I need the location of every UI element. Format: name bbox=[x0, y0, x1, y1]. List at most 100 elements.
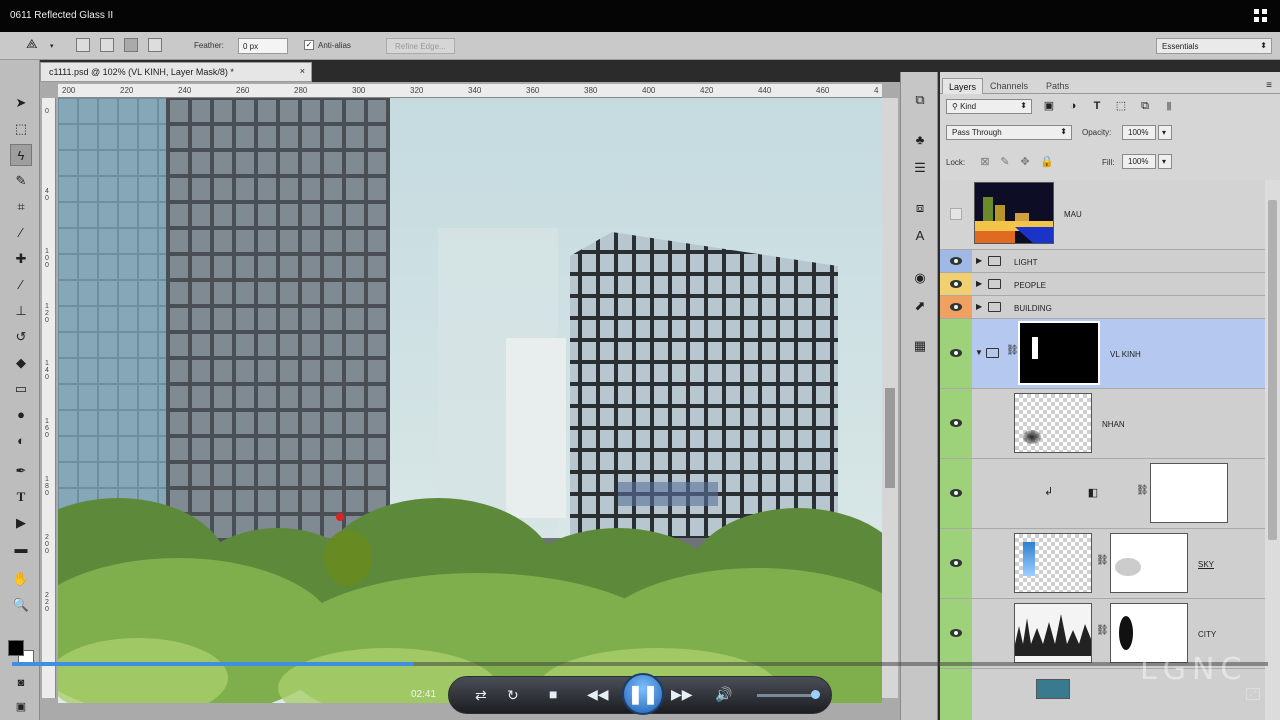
visibility-toggle-eye-icon[interactable] bbox=[940, 529, 972, 598]
layer-row-adjustment[interactable]: ↲ ◧ ⛓ bbox=[940, 459, 1265, 529]
expand-arrow-icon[interactable]: ▶ bbox=[976, 256, 982, 265]
visibility-toggle-eye-icon[interactable] bbox=[940, 389, 972, 458]
subtract-from-selection-icon[interactable] bbox=[124, 38, 138, 52]
layer-row-sky[interactable]: ⛓ SKY bbox=[940, 529, 1265, 599]
new-selection-icon[interactable] bbox=[76, 38, 90, 52]
layer-mask-thumbnail[interactable] bbox=[1018, 321, 1100, 385]
quick-selection-tool-icon[interactable]: ✎ bbox=[10, 170, 32, 192]
layers-scrollbar-thumb[interactable] bbox=[1268, 200, 1277, 540]
layer-mask-thumbnail[interactable] bbox=[1110, 533, 1188, 593]
tab-paths[interactable]: Paths bbox=[1040, 78, 1075, 94]
healing-brush-tool-icon[interactable]: ✚ bbox=[10, 248, 32, 270]
tab-channels[interactable]: Channels bbox=[984, 78, 1034, 94]
expand-arrow-icon[interactable]: ▶ bbox=[976, 302, 982, 311]
lock-pixels-icon[interactable]: ✎ bbox=[998, 155, 1012, 169]
hand-tool-icon[interactable]: ✋ bbox=[10, 568, 32, 590]
link-chain-icon[interactable]: ⛓ bbox=[1136, 485, 1149, 496]
polygonal-lasso-preset-icon[interactable]: ⟁ bbox=[26, 36, 46, 51]
link-chain-icon[interactable]: ⛓ bbox=[1096, 625, 1109, 636]
fill-input[interactable]: 100% bbox=[1122, 154, 1156, 169]
fill-chevron-icon[interactable]: ▾ bbox=[1158, 154, 1172, 169]
close-document-icon[interactable]: × bbox=[300, 66, 305, 76]
path-selection-tool-icon[interactable]: ▶ bbox=[10, 512, 32, 534]
volume-icon[interactable]: 🔊 bbox=[715, 686, 732, 703]
repeat-icon[interactable]: ↻ bbox=[507, 687, 519, 704]
opacity-input[interactable]: 100% bbox=[1122, 125, 1156, 140]
tab-layers[interactable]: Layers bbox=[942, 78, 984, 94]
type-tool-icon[interactable]: T bbox=[10, 486, 32, 508]
layer-row-nhan[interactable]: NHAN bbox=[940, 389, 1265, 459]
link-chain-icon[interactable]: ⛓ bbox=[1096, 555, 1109, 566]
add-to-selection-icon[interactable] bbox=[100, 38, 114, 52]
pause-button[interactable]: ❚❚ bbox=[622, 673, 664, 715]
document-canvas[interactable] bbox=[58, 98, 882, 703]
screen-mode-icon[interactable]: ▣ bbox=[10, 696, 32, 718]
video-progress-bar[interactable] bbox=[12, 662, 1268, 666]
visibility-toggle-eye-icon[interactable] bbox=[940, 250, 972, 272]
layer-row-vl-kinh[interactable]: ▼ ⛓ VL KINH bbox=[940, 319, 1265, 389]
gradient-tool-icon[interactable]: ▭ bbox=[10, 378, 32, 400]
intersect-selection-icon[interactable] bbox=[148, 38, 162, 52]
marquee-tool-icon[interactable]: ⬚ bbox=[10, 118, 32, 140]
filter-kind-dropdown[interactable]: ⚲ Kind ⬍ bbox=[946, 99, 1032, 114]
visibility-toggle-eye-icon[interactable] bbox=[940, 599, 972, 668]
zoom-tool-icon[interactable]: 🔍 bbox=[10, 594, 32, 616]
color-panel-icon[interactable]: ◉ bbox=[910, 268, 930, 288]
layer-row-building[interactable]: ▶ BUILDING bbox=[940, 296, 1265, 319]
lock-position-icon[interactable]: ✥ bbox=[1018, 155, 1032, 169]
layer-row-light[interactable]: ▶ LIGHT bbox=[940, 250, 1265, 273]
collapse-arrow-icon[interactable]: ▼ bbox=[975, 348, 983, 357]
character-panel-icon[interactable]: A bbox=[910, 226, 930, 246]
history-panel-icon[interactable]: ⧉ bbox=[910, 90, 930, 110]
link-chain-icon[interactable]: ⛓ bbox=[1006, 345, 1019, 356]
lasso-tool-icon[interactable]: ϟ bbox=[10, 144, 32, 166]
swatches-panel-icon[interactable]: ⬈ bbox=[910, 296, 930, 316]
refine-edge-button[interactable]: Refine Edge... bbox=[386, 38, 455, 54]
blend-mode-dropdown[interactable]: Pass Through ⬍ bbox=[946, 125, 1072, 140]
filter-smart-object-icon[interactable]: ⧉ bbox=[1138, 99, 1152, 113]
pen-tool-icon[interactable]: ✒ bbox=[10, 460, 32, 482]
shuffle-icon[interactable]: ⇄ bbox=[475, 687, 487, 704]
eraser-tool-icon[interactable]: ◆ bbox=[10, 352, 32, 374]
adjustments-icon[interactable]: ☰ bbox=[910, 158, 930, 178]
visibility-toggle-eye-icon[interactable] bbox=[940, 296, 972, 318]
filter-pixel-icon[interactable]: ▣ bbox=[1042, 99, 1056, 113]
eyedropper-tool-icon[interactable]: ⁄ bbox=[10, 222, 32, 244]
stop-icon[interactable]: ■ bbox=[549, 686, 557, 702]
move-tool-icon[interactable]: ➤ bbox=[10, 92, 32, 114]
visibility-toggle-eye-icon[interactable] bbox=[940, 669, 972, 720]
shape-tool-icon[interactable]: ▬ bbox=[10, 538, 32, 560]
expand-arrow-icon[interactable]: ▶ bbox=[976, 279, 982, 288]
layers-scrollbar[interactable] bbox=[1265, 180, 1280, 720]
feather-input[interactable]: 0 px bbox=[238, 38, 288, 54]
filter-toggle-icon[interactable]: ▮ bbox=[1162, 99, 1176, 113]
layer-row-people[interactable]: ▶ PEOPLE bbox=[940, 273, 1265, 296]
filter-adjustment-icon[interactable]: ◑ bbox=[1066, 99, 1080, 113]
antialias-checkbox[interactable]: ✓ bbox=[304, 40, 314, 50]
layer-mask-thumbnail[interactable] bbox=[1150, 463, 1228, 523]
lock-all-icon[interactable]: 🔒 bbox=[1040, 155, 1054, 169]
visibility-toggle-eye-icon[interactable] bbox=[940, 459, 972, 528]
brush-presets-icon[interactable]: ♣ bbox=[910, 130, 930, 150]
quick-mask-icon[interactable]: ◙ bbox=[10, 672, 32, 694]
filter-type-icon[interactable]: T bbox=[1090, 99, 1104, 113]
visibility-toggle-eye-icon[interactable] bbox=[940, 319, 972, 388]
visibility-toggle-empty[interactable] bbox=[940, 180, 972, 249]
panel-menu-icon[interactable]: ≡ bbox=[1266, 80, 1272, 91]
crop-tool-icon[interactable]: ⌗ bbox=[10, 196, 32, 218]
document-tab[interactable]: c1111.psd @ 102% (VL KINH, Layer Mask/8)… bbox=[40, 62, 312, 82]
history-brush-tool-icon[interactable]: ↺ bbox=[10, 326, 32, 348]
volume-slider[interactable] bbox=[757, 690, 820, 699]
blur-tool-icon[interactable]: ● bbox=[10, 404, 32, 426]
lock-transparency-icon[interactable]: ⊠ bbox=[978, 155, 992, 169]
visibility-toggle-eye-icon[interactable] bbox=[940, 273, 972, 295]
workspace-dropdown[interactable]: Essentials ⬍ bbox=[1156, 38, 1272, 54]
volume-slider-handle[interactable] bbox=[811, 690, 820, 699]
foreground-color-swatch[interactable] bbox=[8, 640, 24, 656]
canvas-vertical-scrollbar[interactable] bbox=[882, 98, 898, 698]
scrollbar-thumb[interactable] bbox=[885, 388, 895, 488]
filter-shape-icon[interactable]: ⬚ bbox=[1114, 99, 1128, 113]
dodge-tool-icon[interactable]: ◐ bbox=[10, 430, 32, 452]
properties-panel-icon[interactable]: ▦ bbox=[910, 336, 930, 356]
fullscreen-icon[interactable] bbox=[1254, 9, 1268, 23]
